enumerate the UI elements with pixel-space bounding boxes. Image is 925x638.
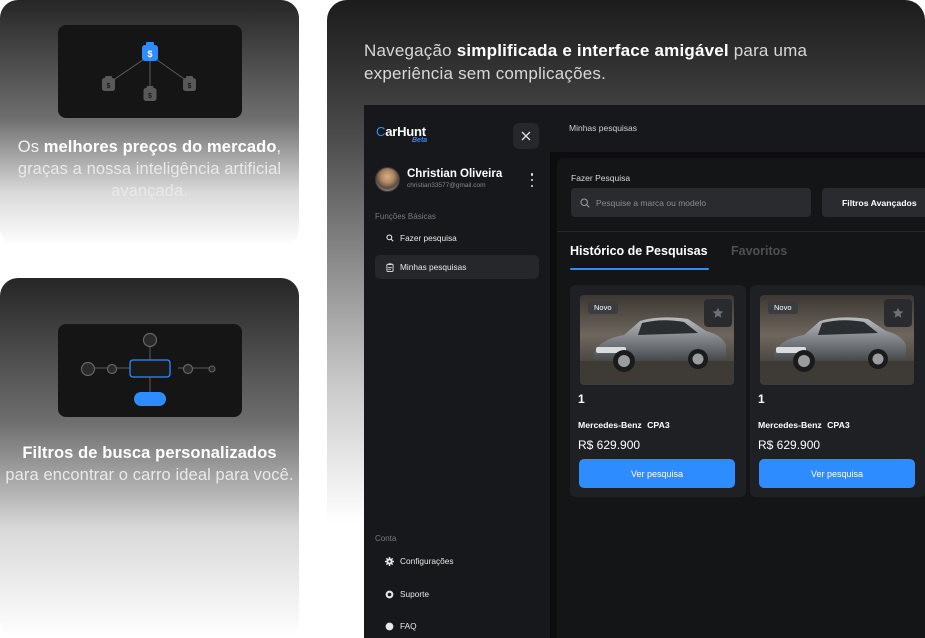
car-price: R$ 629.900 — [578, 438, 641, 452]
feature-prices-text: Os melhores preços do mercado, graças a … — [0, 136, 299, 202]
svg-text:$: $ — [148, 93, 152, 100]
sidebar-item-label: Suporte — [400, 589, 430, 599]
sidebar-item-label: Fazer pesquisa — [400, 233, 457, 243]
close-icon — [521, 131, 531, 141]
star-icon — [712, 307, 724, 318]
showcase-headline: Navegação simplificada e interface amigá… — [364, 39, 824, 85]
sidebar-item-label: FAQ — [400, 621, 417, 631]
headline-bold-text: simplificada e interface amigável — [456, 41, 729, 60]
favorite-button[interactable] — [704, 299, 732, 327]
support-icon — [385, 590, 394, 599]
view-search-button[interactable]: Ver pesquisa — [579, 459, 735, 488]
help-icon — [385, 622, 394, 631]
app-window: CarHunt Beta Christian Oliveira christia… — [364, 105, 925, 638]
sidebar-item-label: Configurações — [400, 556, 454, 566]
sidebar-item-my-searches[interactable]: Minhas pesquisas — [375, 255, 539, 279]
search-icon — [580, 197, 590, 208]
headline-text: Navegação — [364, 41, 457, 60]
feature-text-bold: melhores preços do mercado — [43, 138, 277, 156]
advanced-filters-button[interactable]: Filtros Avançados — [822, 188, 925, 217]
search-label: Fazer Pesquisa — [571, 173, 631, 183]
star-icon — [892, 307, 904, 318]
feature-text-faded: para encontrar o carro ideal para você. — [5, 466, 294, 484]
feature-text-faded: graças a nossa inteligência artificial a… — [17, 160, 282, 200]
sidebar-item-label: Minhas pesquisas — [400, 262, 467, 272]
feature-text-light: , — [276, 138, 282, 156]
main-panel: Fazer Pesquisa Filtros Avançados Históri… — [557, 158, 925, 638]
search-result-count: 1 — [758, 392, 765, 406]
clipboard-icon — [385, 262, 394, 272]
tab-favorites[interactable]: Favoritos — [731, 244, 787, 258]
logo-beta-label: Beta — [412, 137, 428, 144]
new-badge: Novo — [768, 301, 798, 314]
page-root: $ $ $ $ Os melhores preços do mercado, g… — [0, 0, 925, 638]
avatar[interactable] — [375, 167, 400, 192]
search-icon — [385, 234, 394, 243]
money-bag-network-icon: $ $ $ $ — [102, 42, 196, 101]
logo-letter: C — [376, 124, 386, 139]
search-result-count: 1 — [578, 392, 585, 406]
sidebar-item-support[interactable]: Suporte — [375, 582, 539, 606]
feature-text-bold: Filtros de busca personalizados — [22, 444, 277, 462]
sidebar-item-settings[interactable]: Configurações — [375, 549, 539, 573]
car-brand: Mercedes-Benz — [578, 420, 642, 430]
feature-filters-text: Filtros de busca personalizados para enc… — [0, 442, 299, 486]
feature-text-light: Os — [17, 138, 44, 156]
page-title: Minhas pesquisas — [569, 123, 638, 133]
car-model: Mercedes-Benz CPA3 — [758, 420, 850, 430]
favorite-button[interactable] — [884, 299, 912, 327]
section-label-account: Conta — [375, 534, 397, 543]
user-email: christian33577@gmail.com — [407, 182, 486, 189]
active-tab-indicator — [570, 268, 709, 270]
result-card[interactable]: Novo 1 Mercedes-Benz CPA3 R$ 629.900 Ver… — [570, 285, 746, 497]
search-input[interactable] — [596, 197, 796, 208]
gear-icon — [385, 556, 394, 566]
car-photo: Novo — [580, 295, 734, 385]
sidebar: CarHunt Beta Christian Oliveira christia… — [364, 105, 550, 638]
car-model: Mercedes-Benz CPA3 — [578, 420, 670, 430]
svg-text:$: $ — [188, 83, 192, 90]
feature-card-prices: $ $ $ $ Os melhores preços do mercado, g… — [0, 0, 299, 246]
search-field[interactable] — [571, 188, 811, 217]
svg-text:$: $ — [147, 49, 152, 59]
new-badge: Novo — [588, 301, 618, 314]
feature-card-filters: Filtros de busca personalizados para enc… — [0, 278, 299, 638]
app-showcase: Navegação simplificada e interface amigá… — [327, 0, 925, 638]
view-search-button[interactable]: Ver pesquisa — [759, 459, 915, 488]
sidebar-item-faq[interactable]: FAQ — [375, 614, 539, 638]
section-label-basic: Funções Básicas — [375, 212, 436, 221]
svg-text:$: $ — [107, 83, 111, 90]
sidebar-item-search[interactable]: Fazer pesquisa — [375, 226, 539, 250]
car-photo: Novo — [760, 295, 914, 385]
result-card[interactable]: Novo 1 Mercedes-Benz CPA3 R$ 629.900 Ver… — [750, 285, 925, 497]
ai-network-illustration: $ $ $ $ — [58, 25, 242, 118]
filter-flow-icon — [80, 332, 216, 406]
user-name: Christian Oliveira — [407, 168, 503, 180]
top-bar: Minhas pesquisas — [550, 105, 925, 152]
divider — [557, 231, 925, 232]
user-menu-icon[interactable] — [527, 173, 537, 187]
car-model-code: CPA3 — [827, 420, 850, 430]
close-sidebar-button[interactable] — [513, 123, 539, 149]
car-price: R$ 629.900 — [758, 438, 821, 452]
filters-illustration — [58, 324, 242, 417]
tab-history[interactable]: Histórico de Pesquisas — [570, 244, 708, 258]
car-model-code: CPA3 — [647, 420, 670, 430]
car-brand: Mercedes-Benz — [758, 420, 822, 430]
